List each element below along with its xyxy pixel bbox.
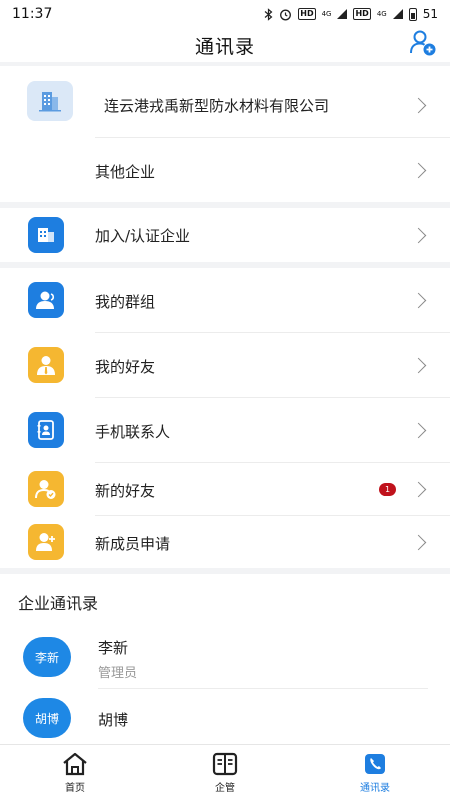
member-name: 胡博 [98,711,129,729]
chevron-right-icon [410,422,427,439]
member-name: 李新 [98,639,129,657]
group-icon [28,282,64,318]
menu-item-groups[interactable]: 我的群组 [0,268,450,332]
chevron-right-icon [410,357,427,374]
signal-icon-2 [392,9,403,19]
menu-item-friends[interactable]: 我的好友 [0,333,450,397]
company-card: 连云港戎禹新型防水材料有限公司 其他企业 [0,66,450,202]
network-type-left: 4G [321,10,332,18]
page-title: 通讯录 [194,35,255,58]
avatar: 胡博 [23,698,71,738]
menu-item-phone-contacts[interactable]: 手机联系人 [0,398,450,462]
member-role: 管理员 [98,666,138,681]
bluetooth-icon [264,7,273,21]
header: 通讯录 [0,28,450,62]
signal-icon [337,9,348,19]
chevron-right-icon [410,534,427,551]
join-card: 加入/认证企业 [0,208,450,262]
avatar: 李新 [23,637,71,677]
menu-item-label: 手机联系人 [95,423,171,441]
notification-badge: 1 [379,483,396,496]
friend-icon [28,347,64,383]
other-company-item[interactable]: 其他企业 [0,138,450,202]
member-item[interactable]: 李新 李新 管理员 [0,630,450,690]
join-company-label: 加入/认证企业 [95,227,191,245]
add-contact-icon[interactable] [408,28,438,58]
building-icon [28,217,64,253]
alarm-icon [280,9,292,20]
tab-bar: 首页 企管 通讯录 [0,744,450,800]
directory-title: 企业通讯录 [18,594,99,613]
building-logo-icon [27,81,73,121]
tab-home[interactable]: 首页 [0,745,150,800]
tab-label: 企管 [215,783,235,794]
chevron-right-icon [410,292,427,309]
hd-icon-2: HD [353,8,371,20]
divider [98,688,428,689]
home-icon [63,752,87,776]
status-icons: HD 4G HD 4G 51 [264,7,438,21]
chevron-right-icon [410,227,427,244]
menu-item-label: 新的好友 [95,482,156,500]
chevron-right-icon [410,481,427,498]
phone-icon [365,754,385,774]
menu-item-label: 新成员申请 [95,535,171,553]
member-apply-icon [28,524,64,560]
book-icon [212,752,238,776]
join-company-item[interactable]: 加入/认证企业 [0,208,450,262]
chevron-right-icon [410,97,427,114]
tab-contacts[interactable]: 通讯录 [300,745,450,800]
status-time: 11:37 [12,6,53,22]
status-bar: 11:37 HD 4G HD 4G 51 [0,0,450,28]
member-item[interactable]: 胡博 胡博 [0,694,450,744]
battery-icon [408,7,417,21]
network-type-right: 4G [376,10,387,18]
tab-label: 通讯录 [360,783,390,794]
hd-icon: HD [298,8,316,20]
chevron-right-icon [410,162,427,179]
menu-card: 我的群组 我的好友 手机联系人 新的好友 1 新成员申请 [0,268,450,568]
menu-item-label: 我的群组 [95,293,156,311]
menu-item-new-friends[interactable]: 新的好友 1 [0,463,450,515]
tab-enterprise[interactable]: 企管 [150,745,300,800]
tab-label: 首页 [65,783,85,794]
other-company-label: 其他企业 [95,163,156,181]
company-name: 连云港戎禹新型防水材料有限公司 [104,97,330,115]
battery-level: 51 [422,7,438,21]
new-friend-icon [28,471,64,507]
company-item[interactable]: 连云港戎禹新型防水材料有限公司 [0,66,450,136]
menu-item-label: 我的好友 [95,358,156,376]
menu-item-member-applications[interactable]: 新成员申请 [0,516,450,568]
phone-book-icon [28,412,64,448]
